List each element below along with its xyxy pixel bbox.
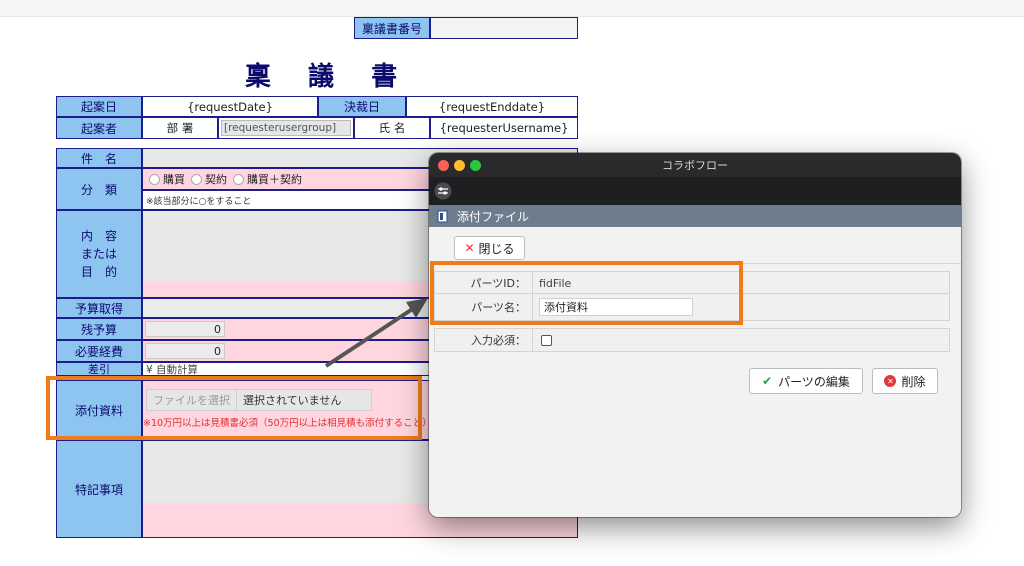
dialog-title-bar: コラボフロー (429, 153, 961, 177)
remaining-budget-label: 残予算 (56, 318, 142, 340)
settings-sliders-icon[interactable] (434, 182, 452, 200)
name-label: 氏 名 (354, 117, 430, 139)
collaboflow-dialog: コラボフロー 添付ファイル ✕ 閉じる パーツID： fidFile パーツ名：… (429, 153, 961, 517)
decision-date-label: 決裁日 (318, 96, 406, 117)
category-option-1: 購買 (163, 173, 185, 186)
arrow-icon (324, 298, 428, 368)
category-option-3: 購買＋契約 (247, 173, 302, 186)
window-close-dot[interactable] (438, 160, 449, 171)
form-number-label: 稟議書番号 (354, 17, 430, 39)
content-label: 内 容 または 目 的 (56, 210, 142, 298)
content-label-line-3: 目 的 (80, 265, 117, 279)
dialog-section-title: 添付ファイル (457, 209, 530, 224)
name-value: {requesterUsername} (430, 117, 578, 139)
required-checkbox[interactable] (541, 334, 552, 346)
content-label-line-1: 内 容 (80, 229, 117, 243)
window-zoom-dot[interactable] (470, 160, 481, 171)
content-label-line-2: または (80, 247, 117, 261)
delete-button-label: 削除 (901, 374, 926, 389)
delete-button[interactable]: ✕ 削除 (872, 368, 938, 394)
close-x-icon: ✕ (464, 241, 475, 255)
required-expense-value[interactable]: 0 (145, 343, 225, 359)
window-minimize-dot[interactable] (454, 160, 465, 171)
dialog-section-bar: 添付ファイル (429, 205, 961, 227)
category-radio-2[interactable] (191, 173, 202, 185)
category-radio-3[interactable] (233, 173, 244, 185)
part-info-highlight-box (430, 261, 743, 325)
browser-top-bar (0, 0, 1024, 17)
form-title: 稟 議 書 (245, 62, 412, 92)
edit-part-button-label: パーツの編集 (778, 374, 850, 389)
remaining-budget-value[interactable]: 0 (145, 321, 225, 337)
close-button[interactable]: ✕ 閉じる (454, 236, 525, 260)
dialog-toolbar (429, 177, 961, 205)
delete-circle-icon: ✕ (884, 375, 897, 387)
subject-label: 件 名 (56, 148, 142, 168)
dept-label: 部 署 (142, 117, 218, 139)
form-number-field[interactable] (430, 17, 578, 39)
attachment-icon (437, 210, 448, 222)
checkmark-icon: ✔ (762, 374, 773, 388)
budget-label: 予算取得 (56, 298, 142, 318)
dialog-window-title: コラボフロー (662, 159, 728, 172)
attachment-highlight-box (46, 376, 422, 440)
required-label: 入力必須： (435, 329, 533, 351)
required-row: 入力必須： (434, 328, 950, 352)
requester-label: 起案者 (56, 117, 142, 139)
edit-part-button[interactable]: ✔ パーツの編集 (749, 368, 863, 394)
close-button-label: 閉じる (478, 241, 515, 256)
category-label: 分 類 (56, 168, 142, 210)
request-date-value: {requestDate} (142, 96, 318, 117)
category-option-2: 契約 (205, 173, 227, 186)
notes-label: 特記事項 (56, 440, 142, 538)
difference-label: 差引 (56, 362, 142, 376)
decision-date-value: {requestEnddate} (406, 96, 578, 117)
dept-value: [requesterusergroup] (221, 120, 351, 136)
required-expense-label: 必要経費 (56, 340, 142, 362)
category-radio-1[interactable] (149, 173, 160, 185)
request-date-label: 起案日 (56, 96, 142, 117)
